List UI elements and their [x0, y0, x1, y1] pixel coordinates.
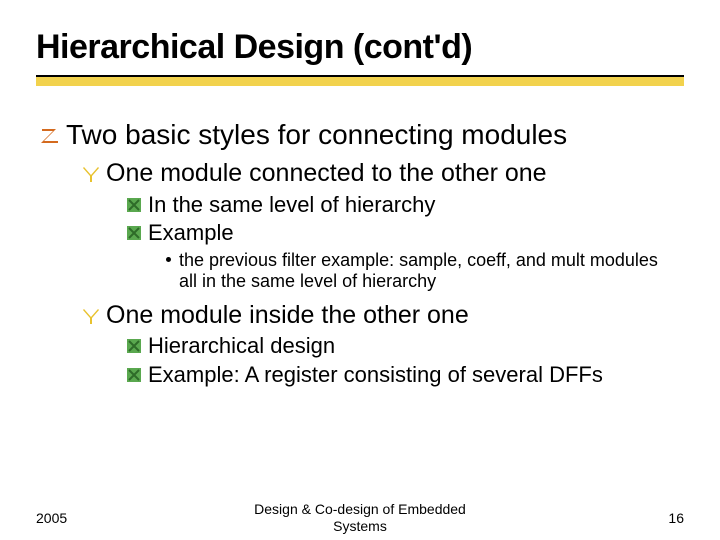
x-bullet-icon	[126, 225, 142, 241]
bullet-text: Two basic styles for connecting modules	[66, 119, 567, 151]
bullet-level2: One module connected to the other one	[82, 159, 684, 188]
bullet-text: the previous filter example: sample, coe…	[179, 250, 679, 293]
bullet-text: Example: A register consisting of severa…	[148, 362, 603, 387]
footer-page-number: 16	[668, 510, 684, 526]
z-bullet-icon	[40, 126, 60, 146]
bullet-level1: Two basic styles for connecting modules	[40, 119, 684, 151]
underline-highlight	[36, 76, 684, 86]
x-bullet-icon	[126, 338, 142, 354]
bullet-level2: One module inside the other one	[82, 301, 684, 330]
dot-bullet-icon	[166, 257, 171, 262]
footer-course-title: Design & Co-design of Embedded Systems	[254, 501, 466, 535]
bullet-level3: Example	[126, 220, 684, 245]
x-bullet-icon	[126, 197, 142, 213]
footer-line2: Systems	[333, 518, 387, 534]
x-bullet-icon	[126, 367, 142, 383]
footer-line1: Design & Co-design of Embedded	[254, 501, 466, 517]
bullet-text: In the same level of hierarchy	[148, 192, 435, 217]
bullet-level4: the previous filter example: sample, coe…	[166, 250, 684, 293]
bullet-text: Hierarchical design	[148, 333, 335, 358]
title-underline	[36, 73, 684, 89]
bullet-text: One module inside the other one	[106, 301, 469, 330]
bullet-text: Example	[148, 220, 234, 245]
y-bullet-icon	[82, 165, 100, 183]
footer-year: 2005	[36, 510, 67, 526]
underline-rule	[36, 75, 684, 77]
y-bullet-icon	[82, 307, 100, 325]
bullet-level3: Example: A register consisting of severa…	[126, 362, 684, 387]
bullet-level3: In the same level of hierarchy	[126, 192, 684, 217]
slide-title: Hierarchical Design (cont'd)	[36, 28, 684, 67]
bullet-level3: Hierarchical design	[126, 333, 684, 358]
slide-footer: 2005 Design & Co-design of Embedded Syst…	[0, 510, 720, 526]
slide: Hierarchical Design (cont'd) Two basic s…	[0, 0, 720, 540]
bullet-text: One module connected to the other one	[106, 159, 547, 188]
